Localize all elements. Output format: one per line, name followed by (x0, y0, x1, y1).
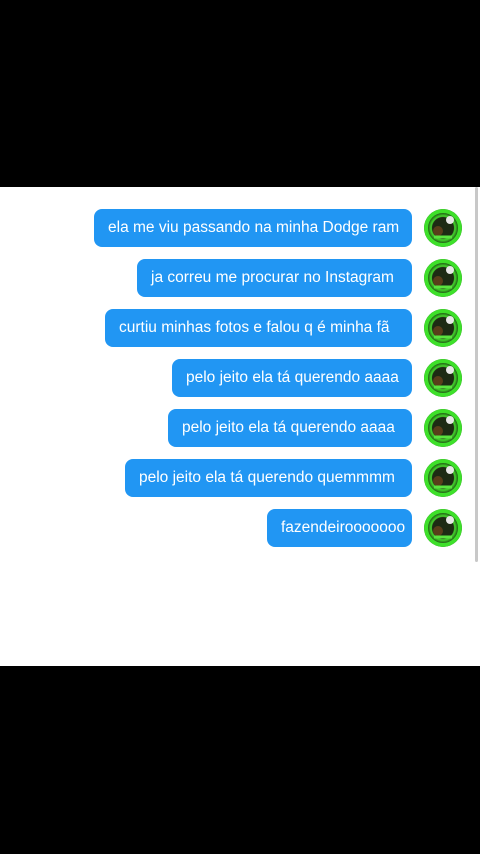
message-row: curtiu minhas fotos e falou q é minha fã (0, 309, 480, 347)
user-avatar-icon[interactable] (424, 509, 462, 547)
message-bubble[interactable]: ela me viu passando na minha Dodge ram (94, 209, 412, 247)
message-bubble[interactable]: pelo jeito ela tá querendo quemmmm (125, 459, 412, 497)
message-bubble[interactable]: fazendeirooooooo (267, 509, 412, 547)
message-bubble[interactable]: ja correu me procurar no Instagram (137, 259, 412, 297)
message-row: pelo jeito ela tá querendo aaaa (0, 409, 480, 447)
user-avatar-icon[interactable] (424, 359, 462, 397)
top-black-bar (0, 0, 480, 187)
message-bubble[interactable]: pelo jeito ela tá querendo aaaa (168, 409, 412, 447)
user-avatar-icon[interactable] (424, 209, 462, 247)
message-bubble[interactable]: pelo jeito ela tá querendo aaaa (172, 359, 412, 397)
message-row: pelo jeito ela tá querendo aaaa (0, 359, 480, 397)
user-avatar-icon[interactable] (424, 409, 462, 447)
user-avatar-icon[interactable] (424, 309, 462, 347)
message-row: fazendeirooooooo (0, 509, 480, 547)
user-avatar-icon[interactable] (424, 259, 462, 297)
message-bubble[interactable]: curtiu minhas fotos e falou q é minha fã (105, 309, 412, 347)
message-row: pelo jeito ela tá querendo quemmmm (0, 459, 480, 497)
user-avatar-icon[interactable] (424, 459, 462, 497)
chat-panel[interactable]: ela me viu passando na minha Dodge ram j… (0, 187, 480, 666)
message-row: ja correu me procurar no Instagram (0, 259, 480, 297)
message-row: ela me viu passando na minha Dodge ram (0, 209, 480, 247)
bottom-black-bar (0, 666, 480, 854)
